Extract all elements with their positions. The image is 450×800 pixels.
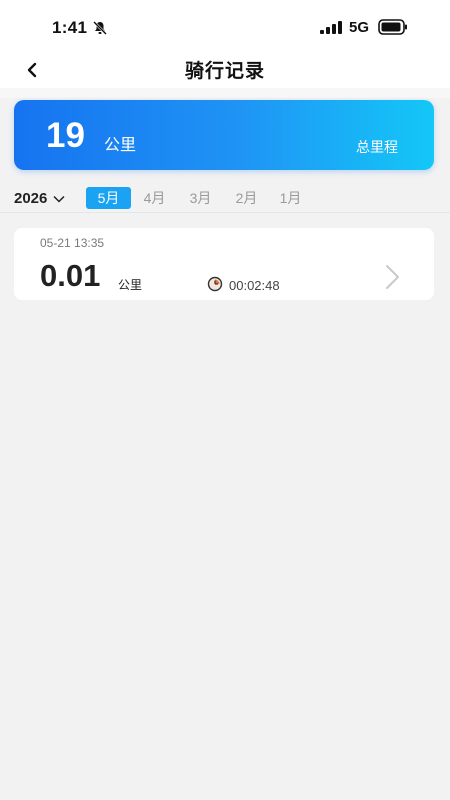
total-distance-card: 19 公里 总里程 <box>14 100 434 170</box>
page-title: 骑行记录 <box>184 61 265 82</box>
ride-record-item[interactable]: 05-21 13:35 0.01 公里 00:02:48 <box>14 228 434 300</box>
battery-icon <box>378 19 408 40</box>
clock-icon <box>207 276 223 297</box>
nav-bar: 骑行记录 <box>0 52 450 88</box>
total-distance-value: 19 <box>46 116 85 155</box>
status-time: 1:41 <box>52 18 88 37</box>
tab-month-3[interactable]: 3月 <box>178 187 223 209</box>
chevron-down-icon <box>53 195 65 203</box>
year-dropdown[interactable]: 2026 <box>14 186 65 210</box>
year-label: 2026 <box>14 189 48 207</box>
record-duration: 00:02:48 <box>229 278 280 293</box>
total-distance-label: 总里程 <box>356 139 398 155</box>
network-label: 5G <box>349 19 370 36</box>
total-distance-unit: 公里 <box>104 137 137 154</box>
record-distance-unit: 公里 <box>118 278 143 292</box>
tab-month-2[interactable]: 2月 <box>224 187 269 209</box>
tab-month-1[interactable]: 1月 <box>268 187 313 209</box>
tab-month-5[interactable]: 5月 <box>86 187 131 209</box>
month-filter-row: 2026 5月 4月 3月 2月 1月 <box>0 184 450 212</box>
filter-divider <box>0 212 450 213</box>
status-bar: 1:41 5G <box>0 0 450 52</box>
nav-divider <box>0 88 450 98</box>
record-distance: 0.01 <box>40 258 101 293</box>
bell-muted-icon <box>92 20 108 41</box>
chevron-right-icon <box>382 264 402 295</box>
signal-icon <box>320 21 342 39</box>
tab-month-4[interactable]: 4月 <box>132 187 177 209</box>
record-datetime: 05-21 13:35 <box>40 236 105 250</box>
